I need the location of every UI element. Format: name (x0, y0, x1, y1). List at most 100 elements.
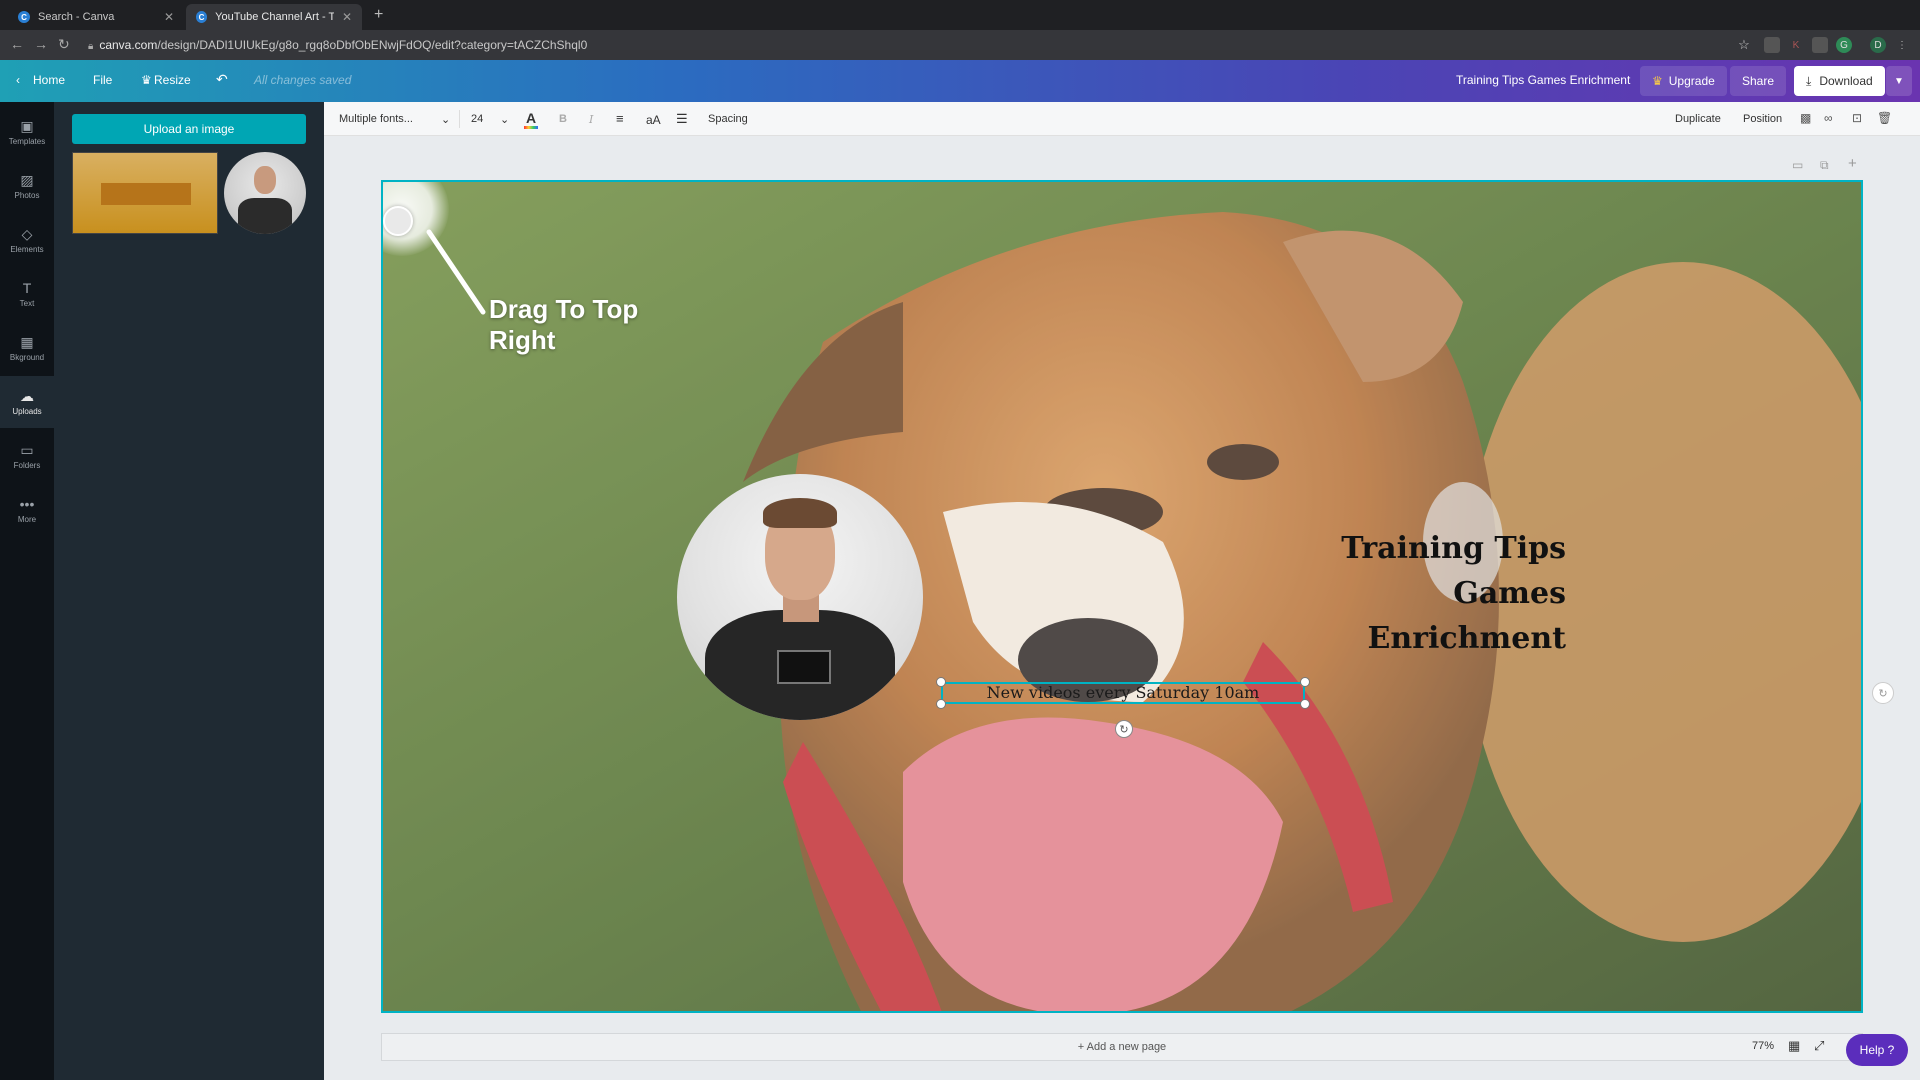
close-icon[interactable]: ✕ (164, 10, 174, 24)
browser-menu-icon[interactable]: ⋮ (1894, 37, 1910, 53)
chevron-down-icon[interactable]: ⌄ (500, 113, 509, 126)
tutorial-hint-text: Drag To Top Right (489, 294, 639, 355)
sidebar-item-elements[interactable]: ◇ Elements (0, 214, 54, 266)
chevron-down-icon[interactable]: ⌄ (441, 113, 450, 126)
folders-icon: ▭ (20, 441, 34, 458)
photos-icon: ▨ (20, 171, 34, 188)
resize-button[interactable]: Resize (154, 73, 191, 87)
undo-icon[interactable]: ↶ (216, 71, 228, 88)
position-button[interactable]: Position (1743, 113, 1782, 125)
headline-line: Enrichment (1367, 621, 1566, 656)
download-options-button[interactable]: ▼ (1886, 66, 1912, 96)
help-button[interactable]: Help ? (1846, 1034, 1908, 1066)
upload-image-button[interactable]: Upload an image (72, 114, 306, 144)
tutorial-overlay: Drag To Top Right (383, 182, 683, 355)
portrait-body (238, 198, 292, 234)
uploads-icon: ☁ (20, 387, 34, 404)
new-tab-icon[interactable]: + (374, 6, 383, 24)
add-new-page-button[interactable]: + Add a new page (381, 1033, 1863, 1061)
sidebar-item-label: Uploads (12, 406, 42, 416)
resize-handle[interactable] (936, 677, 946, 687)
headline-text[interactable]: Training Tips Games Enrichment (1341, 526, 1566, 661)
sidebar-item-more[interactable]: ••• More (0, 484, 54, 536)
resize-handle[interactable] (936, 699, 946, 709)
add-page-icon[interactable]: + (1848, 155, 1857, 172)
letter-case-button[interactable]: aA (646, 113, 661, 127)
uploaded-portrait-thumbnail[interactable] (224, 152, 306, 234)
sidebar-item-label: Bkground (9, 352, 45, 362)
lock-icon[interactable]: ⊡ (1852, 111, 1862, 125)
text-icon: T (22, 279, 32, 296)
elements-icon: ◇ (21, 225, 33, 242)
url-host: canva.com (99, 38, 158, 52)
fullscreen-icon[interactable]: ⤢ (1814, 1038, 1824, 1054)
divider (459, 110, 460, 128)
list-icon[interactable]: ☰ (676, 111, 688, 127)
crown-icon: ♛ (141, 73, 152, 87)
back-icon[interactable]: ← (10, 36, 24, 52)
chevron-down-icon: ▼ (1894, 75, 1904, 87)
home-chevron-icon[interactable]: ‹ (16, 73, 20, 87)
sidebar-item-folders[interactable]: ▭ Folders (0, 430, 54, 482)
duplicate-button[interactable]: Duplicate (1675, 113, 1721, 125)
refresh-icon[interactable]: ↻ (1872, 682, 1894, 704)
sidebar-item-label: Folders (13, 460, 41, 470)
upgrade-button[interactable]: ♛ Upgrade (1640, 66, 1727, 96)
font-picker[interactable]: Multiple fonts... (339, 113, 413, 125)
portrait-hair (763, 498, 837, 528)
trash-icon[interactable]: 🗑︎ (1877, 111, 1892, 125)
reload-icon[interactable]: ↻ (58, 36, 70, 53)
extension-icon[interactable] (1812, 37, 1828, 53)
resize-handle[interactable] (1300, 677, 1310, 687)
headline-line: Games (1453, 576, 1566, 611)
font-size-field[interactable]: 24 (471, 113, 483, 125)
rotate-handle-icon[interactable]: ↻ (1115, 720, 1133, 738)
forward-icon[interactable]: → (34, 36, 48, 52)
sidebar-item-templates[interactable]: ▣ Templates (0, 106, 54, 158)
headline-line: Training Tips (1341, 531, 1566, 566)
sidebar-item-text[interactable]: T Text (0, 268, 54, 320)
design-canvas[interactable]: Training Tips Games Enrichment New video… (381, 180, 1863, 1013)
extension-icon[interactable]: K (1788, 37, 1804, 53)
design-title[interactable]: Training Tips Games Enrichment (1456, 73, 1630, 87)
home-link[interactable]: Home (33, 73, 65, 87)
bookmark-star-icon[interactable]: ☆ (1736, 37, 1752, 53)
sidebar-item-uploads[interactable]: ☁ Uploads (0, 376, 54, 428)
zoom-level[interactable]: 77% (1752, 1040, 1774, 1052)
canva-favicon-icon: C (196, 11, 208, 23)
browser-tab-active[interactable]: C YouTube Channel Art - Trainin... ✕ (186, 4, 362, 30)
profile-avatar-icon[interactable]: D (1870, 37, 1886, 53)
sidebar-rail: ▣ Templates ▨ Photos ◇ Elements T Text ▦ Bkground… (0, 102, 54, 1080)
tab-title: YouTube Channel Art - Trainin... (215, 11, 334, 23)
grid-view-icon[interactable]: ▦ (1788, 1038, 1800, 1054)
italic-button[interactable]: I (589, 113, 593, 126)
background-icon: ▦ (20, 333, 34, 350)
uploaded-image-thumbnail[interactable] (72, 152, 218, 234)
share-button[interactable]: Share (1730, 66, 1787, 96)
sidebar-item-label: Elements (10, 244, 44, 254)
more-icon: ••• (19, 495, 35, 512)
text-color-icon[interactable]: A (523, 110, 539, 129)
spacing-button[interactable]: Spacing (708, 113, 748, 125)
portrait-circle-image[interactable] (677, 474, 923, 720)
grammarly-extension-icon[interactable]: G (1836, 37, 1852, 53)
close-icon[interactable]: ✕ (342, 10, 352, 24)
duplicate-page-icon[interactable]: ⧉ (1820, 158, 1829, 173)
page-notes-icon[interactable]: ▭ (1792, 158, 1803, 172)
extension-icon[interactable] (1764, 37, 1780, 53)
sidebar-item-photos[interactable]: ▨ Photos (0, 160, 54, 212)
transparency-icon[interactable]: ▩ (1800, 111, 1811, 125)
bold-button[interactable]: B (559, 113, 567, 125)
browser-tab-search[interactable]: C Search - Canva ✕ (8, 4, 184, 30)
sidebar-item-bkground[interactable]: ▦ Bkground (0, 322, 54, 374)
uploads-panel: Upload an image (54, 102, 324, 1080)
thumbnail-band (101, 183, 191, 205)
file-menu[interactable]: File (93, 73, 112, 87)
sidebar-item-label: Templates (8, 136, 46, 146)
align-center-icon[interactable]: ≡ (616, 111, 624, 126)
download-button[interactable]: ⤓ Download (1794, 66, 1885, 96)
clapperboard-graphic (777, 650, 831, 684)
resize-handle[interactable] (1300, 699, 1310, 709)
url-field[interactable]: 🔒︎ canva.com/design/DADl1UIUkEg/g8o_rgq8o… (88, 38, 587, 52)
link-icon[interactable]: ∞ (1824, 111, 1833, 125)
